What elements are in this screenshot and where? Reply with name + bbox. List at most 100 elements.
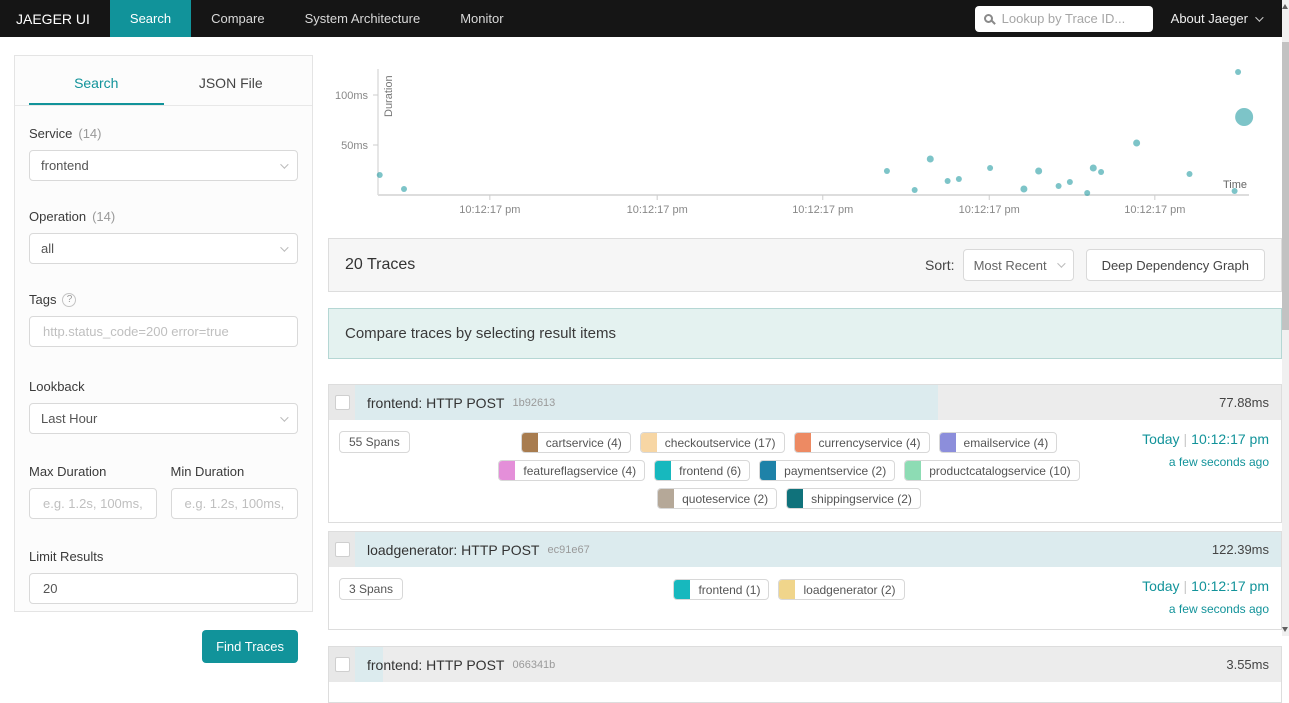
- limit-results-box[interactable]: [29, 573, 298, 604]
- trace-result-item[interactable]: frontend: HTTP POST 1b92613 77.88ms 55 S…: [328, 384, 1282, 523]
- tags-input-box[interactable]: [29, 316, 298, 347]
- chevron-down-icon: [280, 412, 289, 422]
- tab-search[interactable]: Search: [29, 56, 164, 105]
- trace-time[interactable]: 10:12:17 pm: [1191, 431, 1269, 447]
- duration-scatter-plot[interactable]: 100ms 50ms 10:12:17 pm 10:12:17 pm 10:12:17 …: [328, 55, 1282, 232]
- lookback-select[interactable]: Last Hour: [29, 403, 298, 434]
- help-icon[interactable]: ?: [62, 292, 77, 307]
- chevron-down-icon: [1056, 259, 1066, 268]
- chevron-down-icon: [280, 159, 289, 169]
- max-duration-input[interactable]: [41, 495, 145, 512]
- trace-title: frontend: HTTP POST: [367, 394, 505, 411]
- trace-point[interactable]: [926, 155, 934, 163]
- trace-body: 55 Spans cartservice (4) checkoutservice …: [329, 420, 1281, 522]
- trace-select-checkbox[interactable]: [334, 657, 350, 672]
- operation-select-value: all: [41, 241, 55, 256]
- trace-date[interactable]: Today: [1142, 431, 1179, 447]
- trace-point[interactable]: [401, 186, 408, 192]
- trace-point[interactable]: [1133, 139, 1141, 147]
- max-duration-box[interactable]: [29, 488, 157, 519]
- vertical-scrollbar[interactable]: [1282, 0, 1289, 636]
- trace-point[interactable]: [883, 168, 890, 174]
- service-color-swatch: [794, 433, 811, 452]
- scrollbar-thumb[interactable]: [1282, 42, 1289, 330]
- operation-select[interactable]: all: [29, 233, 298, 264]
- trace-point[interactable]: [1186, 171, 1193, 177]
- tags-label: Tags ?: [29, 292, 298, 307]
- trace-select-checkbox[interactable]: [334, 542, 350, 557]
- svg-text:10:12:17 pm: 10:12:17 pm: [959, 204, 1020, 216]
- min-duration-box[interactable]: [170, 488, 298, 519]
- trace-point[interactable]: [1020, 185, 1028, 193]
- results-header: 20 Traces Sort: Most Recent Deep Depende…: [328, 238, 1282, 292]
- service-color-swatch: [674, 580, 691, 599]
- service-chip-label: currencyservice (4): [818, 435, 921, 450]
- trace-point[interactable]: [1235, 69, 1242, 75]
- trace-count: 20 Traces: [345, 256, 416, 273]
- service-chip-label: frontend (1): [698, 582, 761, 597]
- min-duration-input[interactable]: [182, 495, 286, 512]
- limit-results-input[interactable]: [41, 580, 286, 597]
- nav-item-monitor[interactable]: Monitor: [440, 0, 523, 37]
- service-chip: paymentservice (2): [759, 460, 896, 481]
- tags-input[interactable]: [41, 323, 286, 340]
- trace-date[interactable]: Today: [1142, 578, 1179, 594]
- service-chip: shippingservice (2): [786, 488, 921, 509]
- trace-point[interactable]: [944, 178, 951, 184]
- top-nav: JAEGER UI Search Compare System Architec…: [0, 0, 1289, 37]
- main-content: 100ms 50ms 10:12:17 pm 10:12:17 pm 10:12:17 …: [328, 55, 1282, 703]
- checkbox-cell: [329, 532, 355, 567]
- duration-scatter-chart: 100ms 50ms 10:12:17 pm 10:12:17 pm 10:12:17 …: [328, 55, 1282, 232]
- trace-result-item[interactable]: loadgenerator: HTTP POST ec91e67 122.39m…: [328, 531, 1282, 630]
- scroll-up-arrow-icon[interactable]: [1282, 4, 1288, 9]
- service-color-swatch: [939, 433, 956, 452]
- operation-count: (14): [92, 209, 116, 224]
- trace-point[interactable]: [1089, 164, 1097, 172]
- checkbox-cell: [329, 385, 355, 420]
- trace-point[interactable]: [911, 187, 918, 193]
- trace-id: 1b92613: [512, 396, 556, 409]
- service-chip: productcatalogservice (10): [904, 460, 1080, 481]
- trace-lookup-input[interactable]: [999, 10, 1144, 27]
- lookback-select-value: Last Hour: [41, 411, 98, 426]
- trace-point[interactable]: [987, 165, 994, 171]
- trace-result-item[interactable]: frontend: HTTP POST 066341b 3.55ms: [328, 646, 1282, 703]
- svg-text:Duration: Duration: [383, 75, 395, 117]
- nav-item-system-architecture[interactable]: System Architecture: [285, 0, 441, 37]
- trace-point[interactable]: [1035, 167, 1043, 175]
- trace-lookup-box[interactable]: [974, 5, 1153, 32]
- trace-relative-time: a few seconds ago: [1168, 455, 1269, 469]
- about-jaeger-menu[interactable]: About Jaeger: [1171, 0, 1289, 37]
- find-traces-button[interactable]: Find Traces: [202, 630, 298, 663]
- trace-title: loadgenerator: HTTP POST: [367, 541, 540, 558]
- service-chip: frontend (6): [654, 460, 751, 481]
- trace-point[interactable]: [1231, 188, 1238, 194]
- service-color-swatch: [655, 461, 672, 480]
- tab-json-file[interactable]: JSON File: [164, 56, 299, 105]
- nav-item-compare[interactable]: Compare: [191, 0, 284, 37]
- trace-point[interactable]: [1098, 169, 1105, 175]
- trace-point[interactable]: [1235, 108, 1254, 126]
- service-chip-label: cartservice (4): [545, 435, 622, 450]
- trace-select-checkbox[interactable]: [334, 395, 350, 410]
- scroll-down-arrow-icon[interactable]: [1282, 627, 1288, 632]
- service-label: Service (14): [29, 126, 102, 141]
- trace-point[interactable]: [1055, 183, 1062, 189]
- trace-point[interactable]: [955, 176, 962, 182]
- trace-header[interactable]: frontend: HTTP POST 1b92613 77.88ms: [329, 385, 1281, 420]
- time-separator: |: [1183, 431, 1188, 447]
- trace-time[interactable]: 10:12:17 pm: [1191, 578, 1269, 594]
- trace-point[interactable]: [376, 172, 383, 178]
- sort-select[interactable]: Most Recent: [962, 249, 1074, 281]
- trace-header[interactable]: frontend: HTTP POST 066341b 3.55ms: [329, 647, 1281, 682]
- service-color-swatch: [760, 461, 777, 480]
- nav-item-search[interactable]: Search: [109, 0, 192, 37]
- deep-dependency-graph-button[interactable]: Deep Dependency Graph: [1085, 249, 1265, 281]
- service-select[interactable]: frontend: [29, 150, 298, 181]
- trace-point[interactable]: [1066, 179, 1073, 185]
- service-chip-label: productcatalogservice (10): [929, 463, 1071, 478]
- trace-point[interactable]: [1084, 190, 1091, 196]
- trace-header[interactable]: loadgenerator: HTTP POST ec91e67 122.39m…: [329, 532, 1281, 567]
- search-sidebar: Search JSON File Service (14) frontend O…: [14, 55, 313, 663]
